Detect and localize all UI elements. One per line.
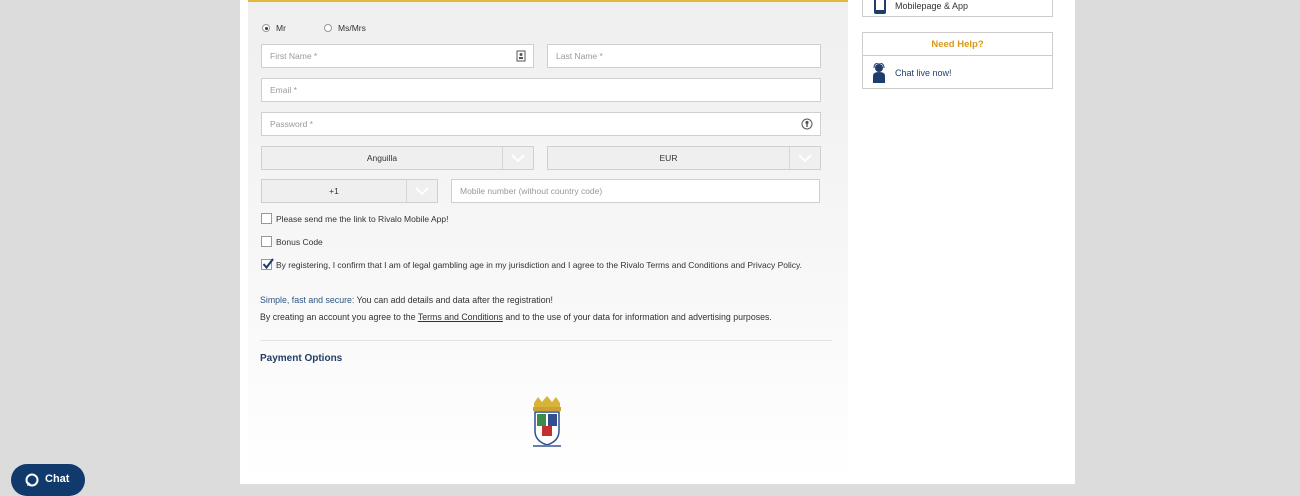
terms-link[interactable]: Terms and Conditions bbox=[418, 312, 503, 322]
email-placeholder: Email * bbox=[270, 85, 297, 95]
mobile-app-link[interactable]: Mobilepage & App bbox=[895, 1, 968, 11]
need-help-title: Need Help? bbox=[863, 33, 1052, 56]
bonus-code-checkbox[interactable]: Bonus Code bbox=[261, 236, 323, 247]
chat-widget-button[interactable]: Chat bbox=[11, 464, 85, 496]
salutation-msmrs-radio[interactable]: Ms/Mrs bbox=[324, 23, 366, 33]
chevron-down-icon[interactable] bbox=[789, 147, 820, 169]
chat-live-row[interactable]: Chat live now! bbox=[863, 56, 1052, 89]
phone-code-select[interactable]: +1 bbox=[261, 179, 438, 203]
mobile-app-box[interactable]: Mobilepage & App bbox=[862, 0, 1053, 17]
section-divider bbox=[260, 340, 832, 341]
chat-widget-label: Chat bbox=[45, 473, 70, 485]
currency-value: EUR bbox=[659, 153, 678, 163]
salutation-mr-label: Mr bbox=[276, 23, 286, 33]
info-highlight: Simple, fast and secure: bbox=[260, 295, 355, 305]
need-help-box: Need Help? Chat live now! bbox=[862, 32, 1053, 89]
country-select[interactable]: Anguilla bbox=[261, 146, 534, 170]
radio-dot[interactable] bbox=[324, 24, 332, 32]
chevron-down-icon[interactable] bbox=[406, 180, 437, 202]
support-agent-icon bbox=[873, 62, 885, 83]
registration-form: Mr Ms/Mrs First Name * Last Name * Email… bbox=[248, 0, 848, 484]
agree-prefix: By creating an account you agree to the bbox=[260, 312, 418, 322]
info-line: Simple, fast and secure: You can add det… bbox=[260, 295, 553, 305]
password-placeholder: Password * bbox=[270, 119, 313, 129]
terms-label: By registering, I confirm that I am of l… bbox=[276, 259, 802, 270]
chevron-down-icon[interactable] bbox=[502, 147, 533, 169]
mobile-placeholder: Mobile number (without country code) bbox=[460, 186, 603, 196]
checkmark-icon bbox=[262, 258, 274, 270]
contact-card-icon[interactable] bbox=[516, 50, 526, 62]
payment-options-title: Payment Options bbox=[260, 353, 343, 364]
checkbox-box-checked[interactable] bbox=[261, 258, 274, 270]
mobile-number-field[interactable]: Mobile number (without country code) bbox=[451, 179, 820, 203]
main-page: Mr Ms/Mrs First Name * Last Name * Email… bbox=[240, 0, 1075, 484]
chat-bubble-icon bbox=[25, 473, 39, 487]
last-name-placeholder: Last Name * bbox=[556, 51, 603, 61]
curacao-license-seal[interactable] bbox=[530, 395, 564, 453]
currency-select[interactable]: EUR bbox=[547, 146, 821, 170]
salutation-msmrs-label: Ms/Mrs bbox=[338, 23, 366, 33]
chat-live-link[interactable]: Chat live now! bbox=[895, 68, 952, 78]
bonus-code-label: Bonus Code bbox=[276, 236, 323, 247]
salutation-mr-radio[interactable]: Mr bbox=[262, 23, 286, 33]
mobile-app-label: Please send me the link to Rivalo Mobile… bbox=[276, 213, 449, 224]
checkbox-box[interactable] bbox=[261, 213, 272, 224]
last-name-field[interactable]: Last Name * bbox=[547, 44, 821, 68]
agree-suffix: and to the use of your data for informat… bbox=[502, 312, 772, 322]
form-top-border bbox=[248, 0, 848, 2]
first-name-field[interactable]: First Name * bbox=[261, 44, 534, 68]
country-value: Anguilla bbox=[366, 153, 398, 163]
agree-line: By creating an account you agree to the … bbox=[260, 312, 772, 322]
smartphone-icon bbox=[874, 0, 886, 14]
password-field[interactable]: Password * bbox=[261, 112, 821, 136]
email-field[interactable]: Email * bbox=[261, 78, 821, 102]
radio-dot-selected[interactable] bbox=[262, 24, 270, 32]
info-text: You can add details and data after the r… bbox=[354, 295, 553, 305]
phone-code-value: +1 bbox=[329, 186, 339, 196]
mobile-app-checkbox[interactable]: Please send me the link to Rivalo Mobile… bbox=[261, 213, 448, 224]
key-icon[interactable] bbox=[801, 118, 813, 130]
terms-checkbox[interactable]: By registering, I confirm that I am of l… bbox=[261, 258, 802, 270]
checkbox-box[interactable] bbox=[261, 236, 272, 247]
first-name-placeholder: First Name * bbox=[270, 51, 318, 61]
